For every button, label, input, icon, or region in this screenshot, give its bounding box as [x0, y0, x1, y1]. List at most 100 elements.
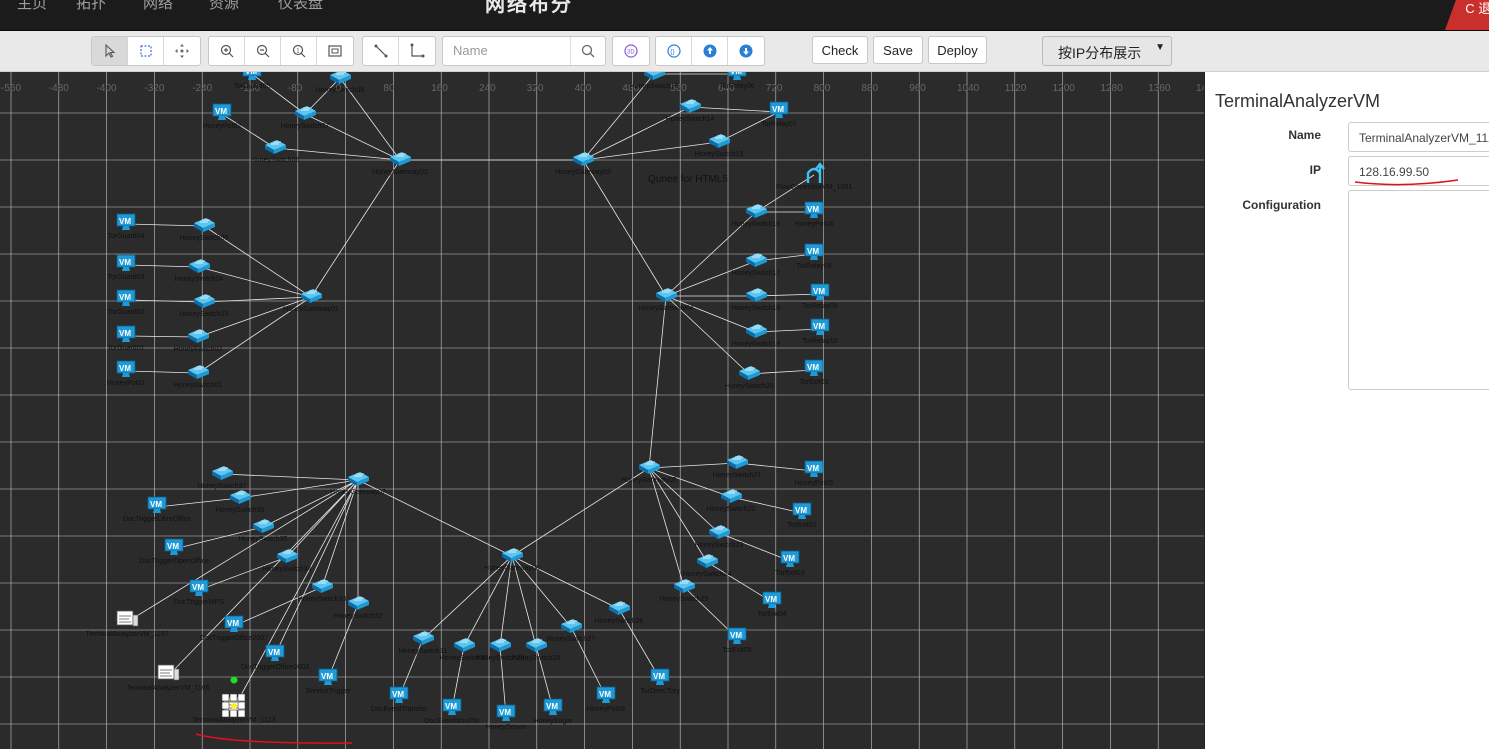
topology-link[interactable]: [221, 473, 359, 481]
network-node[interactable]: HoneyGateway06: [484, 548, 540, 572]
selection-handle[interactable]: [237, 709, 246, 718]
pan-icon[interactable]: [164, 37, 200, 65]
network-node[interactable]: HoneySwitch19: [732, 324, 781, 348]
topology-link[interactable]: [125, 335, 199, 338]
network-node[interactable]: HoneySwitch23: [695, 525, 744, 549]
selection-handle[interactable]: [229, 709, 238, 718]
logout-button[interactable]: C 退出: [1445, 0, 1489, 30]
network-node[interactable]: HoneySwitch21: [713, 455, 762, 479]
network-node[interactable]: VM TorExit02: [787, 502, 817, 529]
network-node[interactable]: VM DocTriggerOffice2003: [241, 644, 309, 671]
network-node[interactable]: VM HoneyPot04: [795, 201, 834, 228]
network-node[interactable]: VM HoneyPot06: [587, 686, 626, 713]
configuration-textarea[interactable]: [1348, 190, 1489, 390]
network-node[interactable]: VM TorRelay06: [719, 72, 755, 90]
orthogonal-link-icon[interactable]: [399, 37, 435, 65]
network-node[interactable]: HoneyGateway07: [330, 472, 386, 496]
network-node[interactable]: VM TorGuard04: [108, 213, 145, 240]
fit-view-icon[interactable]: [317, 37, 353, 65]
topology-link[interactable]: [706, 561, 773, 603]
topology-link[interactable]: [233, 479, 359, 709]
network-node[interactable]: VM TorRelay07: [761, 101, 797, 128]
network-node[interactable]: VM TorExit05: [722, 627, 752, 654]
network-node[interactable]: VM TorRelay08: [796, 243, 832, 270]
topology-link[interactable]: [665, 260, 757, 297]
pointer-icon[interactable]: [92, 37, 128, 65]
topology-graph[interactable]: -560 -480 -400 -320 -240 -160 -80 0 80 160 240 320 4…: [0, 72, 1204, 749]
network-node[interactable]: HoneySwitch18: [732, 288, 781, 312]
network-node[interactable]: HoneySwitch08: [316, 72, 365, 94]
layout-select[interactable]: 按IP分布展示 ▼: [1042, 36, 1172, 66]
network-node[interactable]: VM HoneyPot02: [203, 103, 242, 130]
network-node[interactable]: HoneySwitch31: [399, 631, 448, 655]
network-node[interactable]: HoneySwitch03: [180, 294, 229, 318]
topology-link[interactable]: [665, 295, 757, 333]
network-node[interactable]: HoneyGateway05: [621, 460, 677, 484]
network-node[interactable]: HoneyGateway04: [638, 288, 694, 312]
network-node[interactable]: HoneySwitch14: [666, 99, 715, 123]
topology-link[interactable]: [198, 556, 288, 591]
topology-link[interactable]: [648, 462, 738, 469]
topology-link[interactable]: [310, 159, 401, 298]
network-node[interactable]: VM DocTriggerLibreOffice: [123, 496, 191, 523]
network-node[interactable]: HoneySwitch02: [174, 329, 223, 353]
rotate-handle[interactable]: [230, 676, 238, 684]
check-button[interactable]: Check: [812, 36, 868, 64]
network-node[interactable]: VM TorExit01: [799, 359, 829, 386]
network-node[interactable]: VM TorGuard03: [108, 254, 145, 281]
topology-link[interactable]: [648, 467, 685, 588]
topology-link[interactable]: [156, 497, 241, 508]
network-node[interactable]: VM TorDirecTory: [640, 668, 680, 695]
straight-link-icon[interactable]: [363, 37, 399, 65]
network-node[interactable]: VM HoneySugar: [534, 698, 574, 725]
selection-handle[interactable]: [221, 693, 230, 702]
download-icon[interactable]: [728, 37, 764, 65]
network-node[interactable]: HoneySwitch05: [180, 218, 229, 242]
save-button[interactable]: Save: [873, 36, 923, 64]
network-node[interactable]: HoneySwitch24: [683, 554, 732, 578]
upload-icon[interactable]: [692, 37, 728, 65]
network-node[interactable]: HoneySwitch07: [281, 106, 330, 130]
network-node[interactable]: TerminalAnalyzerVM_1123: [192, 676, 276, 725]
network-node[interactable]: HoneySwitch06: [251, 140, 300, 164]
network-node[interactable]: HoneyGateway02: [372, 152, 428, 176]
network-node[interactable]: VM HoneyPot01: [107, 360, 146, 387]
json-icon[interactable]: {}: [656, 37, 692, 65]
network-node[interactable]: HoneySwitch20: [725, 366, 774, 390]
network-node[interactable]: VM HoneyServer: [486, 704, 528, 731]
topology-link[interactable]: [233, 586, 323, 627]
network-node[interactable]: VM TorGuard02: [108, 289, 145, 316]
view-3d-icon[interactable]: 3D: [613, 37, 649, 65]
marquee-select-icon[interactable]: [128, 37, 164, 65]
topology-link[interactable]: [689, 106, 780, 113]
network-node[interactable]: VM TorGuard05: [234, 72, 271, 90]
network-node[interactable]: HoneySwitch37: [198, 466, 247, 490]
nav-item-network[interactable]: 网络: [143, 0, 173, 13]
network-node[interactable]: HoneySwitch34: [263, 549, 312, 573]
zoom-out-icon[interactable]: [245, 37, 281, 65]
network-node[interactable]: VM TorExit03: [775, 550, 805, 577]
network-node[interactable]: VM DocTriggerWPS: [174, 579, 225, 606]
network-node[interactable]: HoneySwitch25: [660, 579, 709, 603]
selection-handle[interactable]: [229, 693, 238, 702]
selection-handle[interactable]: [237, 701, 246, 710]
topology-link[interactable]: [125, 223, 205, 227]
network-node[interactable]: HoneySwitch16: [732, 204, 781, 228]
network-node[interactable]: FlowGeneratorVM_1051: [776, 162, 852, 191]
name-field[interactable]: TerminalAnalyzerVM_1123: [1348, 122, 1489, 152]
topology-link[interactable]: [221, 113, 276, 149]
zoom-reset-icon[interactable]: 1: [281, 37, 317, 65]
network-node[interactable]: VM DocEventTransfer: [371, 686, 428, 713]
network-node[interactable]: HoneySwitch01: [174, 365, 223, 389]
network-node[interactable]: HoneySwitch15: [695, 134, 744, 158]
topology-link[interactable]: [125, 370, 199, 374]
network-node[interactable]: HoneySwitch13: [630, 72, 679, 90]
network-node[interactable]: TerminalAnalyzerVM_1197: [85, 610, 169, 638]
topology-link[interactable]: [321, 479, 359, 588]
nav-item-home[interactable]: 主页: [17, 0, 47, 13]
nav-item-topology[interactable]: 拓扑: [76, 0, 106, 13]
network-node[interactable]: HoneySwitch17: [732, 253, 781, 277]
network-node[interactable]: VM TorRelay09: [802, 283, 838, 310]
network-node[interactable]: TerminalAnalyzerVM_1166: [126, 664, 210, 692]
center-handle[interactable]: [231, 703, 237, 709]
